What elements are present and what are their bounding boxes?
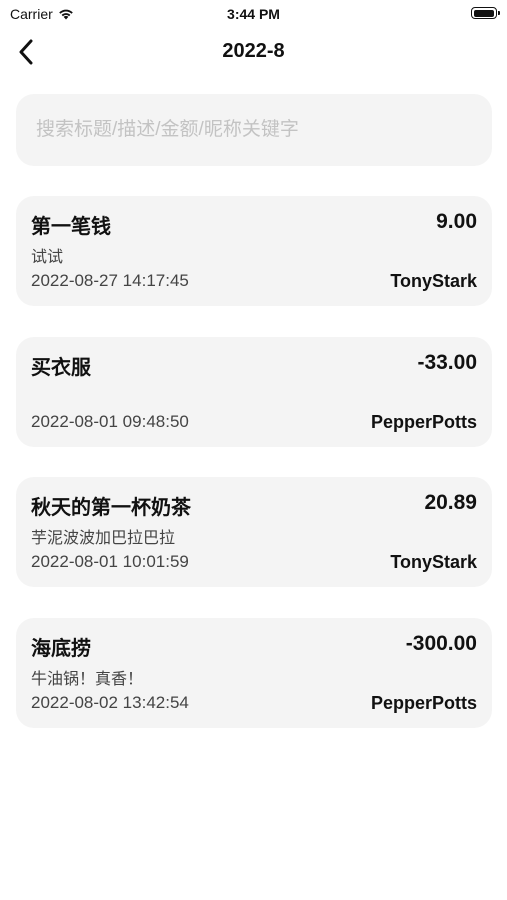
record-description: 牛油锅！真香！	[31, 671, 144, 688]
search-box[interactable]	[16, 94, 492, 166]
record-time: 2022-08-27 14:17:45	[31, 271, 189, 290]
record-user: TonyStark	[390, 552, 477, 572]
record-user: PepperPotts	[370, 693, 477, 713]
record-amount: -33.00	[417, 351, 477, 374]
record-user: PepperPotts	[370, 412, 477, 432]
record-card[interactable]: 秋天的第一杯奶茶 20.89 芋泥波波加巴拉巴拉 2022-08-01 10:0…	[16, 477, 492, 587]
status-bar: Carrier 3:44 PM	[0, 0, 507, 28]
page-title: 2022-8	[222, 40, 285, 62]
record-title: 秋天的第一杯奶茶	[31, 497, 191, 519]
record-description: 试试	[31, 249, 64, 266]
status-time: 3:44 PM	[227, 6, 280, 22]
record-card[interactable]: 第一笔钱 9.00 试试 2022-08-27 14:17:45 TonySta…	[16, 196, 492, 306]
record-user: TonyStark	[390, 271, 477, 291]
record-description: 芋泥波波加巴拉巴拉	[31, 530, 176, 547]
record-amount: 9.00	[436, 210, 477, 233]
record-title: 海底捞	[31, 638, 91, 660]
record-time: 2022-08-01 10:01:59	[31, 552, 189, 571]
battery-icon	[471, 7, 500, 19]
record-time: 2022-08-01 09:48:50	[31, 412, 189, 431]
record-card[interactable]: 买衣服 -33.00 2022-08-01 09:48:50 PepperPot…	[16, 337, 492, 447]
search-input[interactable]	[34, 118, 478, 142]
record-time: 2022-08-02 13:42:54	[31, 693, 189, 712]
record-amount: 20.89	[424, 491, 477, 514]
record-amount: -300.00	[405, 632, 477, 655]
nav-bar: 2022-8	[0, 30, 507, 74]
record-title: 买衣服	[31, 357, 91, 379]
record-card[interactable]: 海底捞 -300.00 牛油锅！真香！ 2022-08-02 13:42:54 …	[16, 618, 492, 728]
record-title: 第一笔钱	[31, 216, 111, 238]
battery-level	[473, 9, 494, 17]
